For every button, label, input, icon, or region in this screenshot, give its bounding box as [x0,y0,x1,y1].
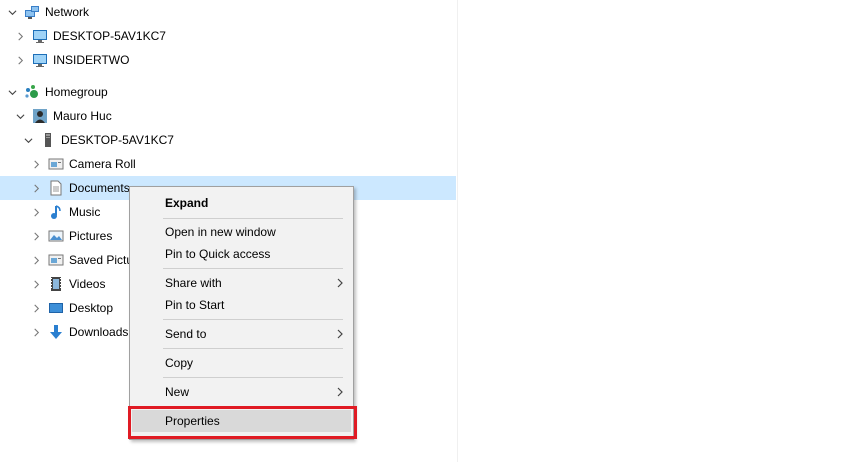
tower-pc-icon [40,132,56,148]
saved-pictures-icon [48,252,64,268]
tree-item-label: Mauro Huc [53,109,112,123]
menu-item-expand[interactable]: Expand [132,192,351,214]
menu-separator [163,218,343,219]
content-pane[interactable] [458,0,847,462]
tree-item-user[interactable]: Mauro Huc [0,104,456,128]
tree-item-label: Music [69,205,101,219]
tree-item-computer[interactable]: DESKTOP-5AV1KC7 [0,24,456,48]
menu-separator [163,319,343,320]
homegroup-icon [24,84,40,100]
videos-icon [48,276,64,292]
menu-item-share-with[interactable]: Share with [132,272,351,294]
documents-icon [48,180,64,196]
chevron-right-icon[interactable] [12,48,28,72]
chevron-right-icon[interactable] [28,176,44,200]
chevron-down-icon[interactable] [4,80,20,104]
tree-item-label: DESKTOP-5AV1KC7 [53,29,166,43]
tree-item-label: Downloads [69,325,129,339]
tree-item-label: Documents [69,181,130,195]
chevron-right-icon[interactable] [28,248,44,272]
menu-separator [163,268,343,269]
submenu-arrow-icon [337,387,343,397]
chevron-right-icon[interactable] [28,272,44,296]
tree-item-homegroup[interactable]: Homegroup [0,80,456,104]
tree-item-label: Network [45,5,90,19]
chevron-right-icon[interactable] [28,224,44,248]
chevron-right-icon[interactable] [28,320,44,344]
computer-icon [32,52,48,68]
menu-item-copy[interactable]: Copy [132,352,351,374]
chevron-down-icon[interactable] [4,0,20,24]
computer-icon [32,28,48,44]
chevron-down-icon[interactable] [12,104,28,128]
menu-item-pin-quick-access[interactable]: Pin to Quick access [132,243,351,265]
menu-item-new[interactable]: New [132,381,351,403]
menu-separator [163,406,343,407]
chevron-right-icon[interactable] [12,24,28,48]
tree-item-folder[interactable]: Camera Roll [0,152,456,176]
camera-roll-icon [48,156,64,172]
desktop-icon [48,300,64,316]
tree-item-computer[interactable]: INSIDERTWO [0,48,456,72]
menu-item-properties[interactable]: Properties [132,410,351,432]
chevron-down-icon[interactable] [20,128,36,152]
downloads-icon [48,324,64,340]
menu-item-pin-to-start[interactable]: Pin to Start [132,294,351,316]
submenu-arrow-icon [337,329,343,339]
tree-item-device[interactable]: DESKTOP-5AV1KC7 [0,128,456,152]
menu-item-send-to[interactable]: Send to [132,323,351,345]
tree-item-label: Desktop [69,301,114,315]
network-icon [24,4,40,20]
tree-item-network[interactable]: Network [0,0,456,24]
pictures-icon [48,228,64,244]
chevron-right-icon[interactable] [28,200,44,224]
tree-item-label: DESKTOP-5AV1KC7 [61,133,174,147]
tree-item-label: Homegroup [45,85,108,99]
menu-separator [163,377,343,378]
menu-separator [163,348,343,349]
context-menu[interactable]: Expand Open in new window Pin to Quick a… [129,186,354,440]
tree-item-label: Saved Pictu [69,253,134,267]
tree-item-label: INSIDERTWO [53,53,130,67]
tree-item-label: Camera Roll [69,157,136,171]
chevron-right-icon[interactable] [28,296,44,320]
chevron-right-icon[interactable] [28,152,44,176]
user-icon [32,108,48,124]
tree-item-label: Videos [69,277,106,291]
music-icon [48,204,64,220]
tree-item-label: Pictures [69,229,113,243]
submenu-arrow-icon [337,278,343,288]
menu-item-open-new-window[interactable]: Open in new window [132,221,351,243]
